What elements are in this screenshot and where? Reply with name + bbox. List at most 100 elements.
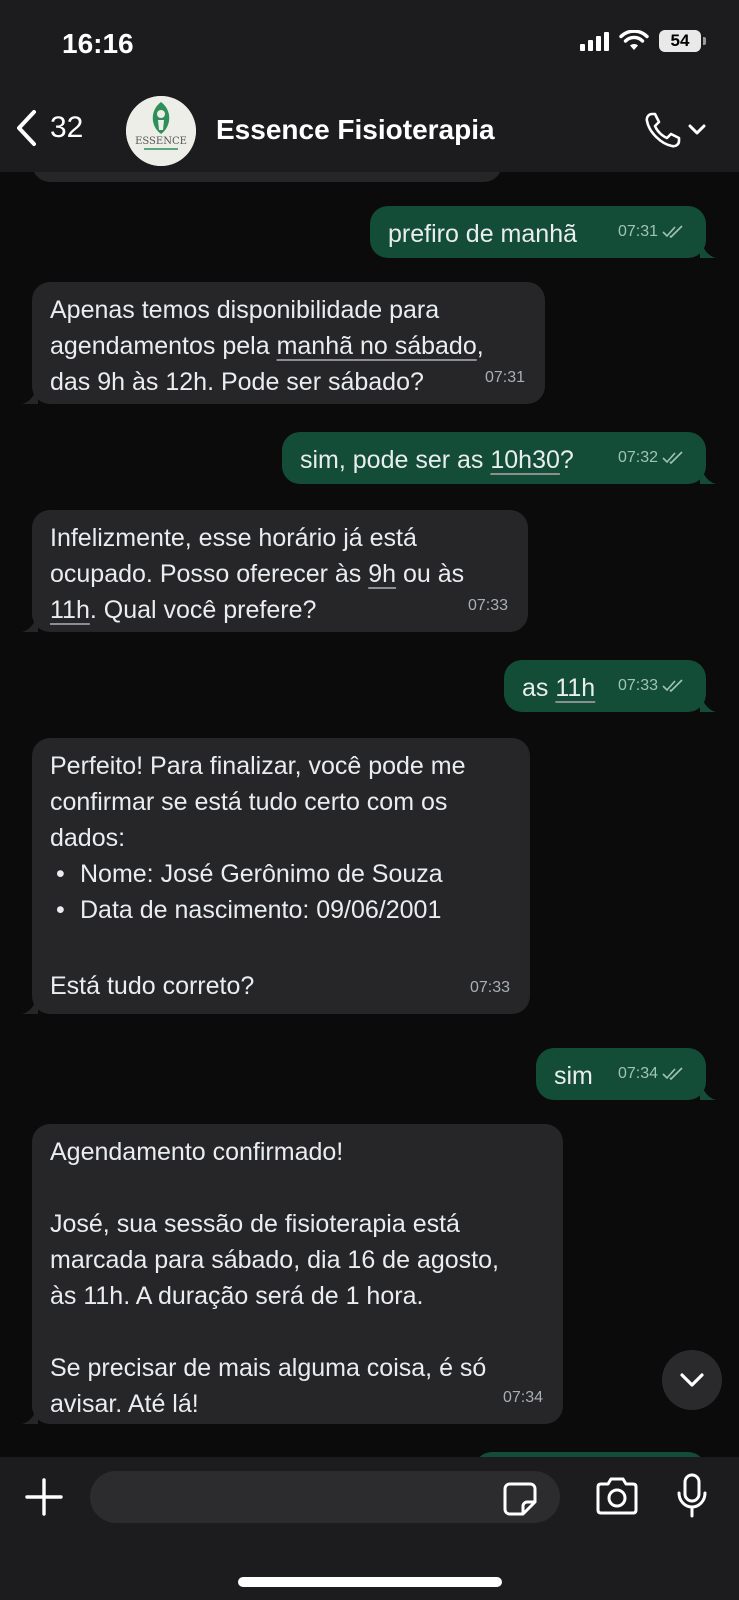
message-bubble-out[interactable]: as 11h 07:33 (504, 660, 716, 712)
home-indicator (238, 1577, 502, 1587)
signal-icon (580, 31, 609, 51)
message-bubble-partial (32, 172, 502, 182)
message-bubble-in[interactable]: Infelizmente, esse horário já está ocupa… (22, 510, 528, 632)
date-link[interactable]: manhã no sábado (277, 332, 477, 360)
call-button[interactable] (643, 110, 707, 150)
bubble-tail (700, 1082, 716, 1100)
message-time: 07:34 (617, 1065, 658, 1082)
plus-icon[interactable] (24, 1477, 64, 1517)
message-time: 07:33 (469, 979, 510, 996)
time-link[interactable]: 10h30 (490, 446, 560, 474)
message-bubble-in[interactable]: Perfeito! Para finalizar, você pode me c… (22, 738, 530, 1014)
phone-icon (645, 112, 681, 148)
bullet-item: Data de nascimento: 09/06/2001 (50, 892, 466, 928)
message-bubble-out[interactable]: sim 07:34 (536, 1048, 716, 1100)
message-time: 07:33 (617, 677, 658, 694)
text-span: ocupado. Posso oferecer às (50, 560, 369, 588)
message-line: Perfeito! Para finalizar, você pode me (50, 752, 466, 780)
scroll-to-bottom-button[interactable] (662, 1350, 722, 1410)
avatar[interactable]: ESSENCE (126, 96, 196, 166)
message-time: 07:32 (617, 449, 658, 466)
bubble-tail (700, 694, 716, 712)
bubble-tail (22, 1406, 38, 1424)
message-line: avisar. Até lá! (50, 1390, 199, 1418)
message-list[interactable]: prefiro de manhã 07:31 Apenas temos disp… (0, 172, 739, 1457)
message-meta: 07:32 (618, 440, 686, 476)
message-meta: 07:33 (618, 668, 686, 704)
text-span: ? (559, 446, 574, 474)
message-text: as 11h (522, 670, 595, 706)
time-link[interactable]: 11h (50, 596, 90, 624)
bubble-tail (22, 386, 38, 404)
message-time: 07:31 (484, 369, 525, 386)
message-line: ocupado. Posso oferecer às 9h ou às (50, 556, 464, 592)
unread-count: 32 (50, 111, 84, 144)
text-span: . Qual você prefere? (89, 596, 317, 624)
chevron-down-icon (680, 1373, 704, 1387)
message-line: confirmar se está tudo certo com os (50, 788, 448, 816)
message-line: Apenas temos disponibilidade para (50, 296, 440, 324)
chevron-left-icon (17, 110, 36, 146)
battery-level: 54 (670, 31, 690, 50)
message-bubble-in[interactable]: Apenas temos disponibilidade para agenda… (22, 282, 545, 404)
time-link[interactable]: 9h (368, 560, 396, 588)
back-button[interactable]: 32 (14, 108, 83, 148)
chat-header: 32 ESSENCE Essence Fisioterapia (0, 92, 739, 172)
message-line: José, sua sessão de fisioterapia está (50, 1210, 460, 1238)
message-bubble-out[interactable]: sim, pode ser as 10h30? 07:32 (282, 432, 716, 484)
double-check-icon (662, 1067, 683, 1081)
message-line: Infelizmente, esse horário já está (50, 524, 417, 552)
microphone-icon[interactable] (676, 1473, 708, 1519)
essence-logo-icon: ESSENCE (126, 96, 196, 166)
wifi-icon (619, 30, 649, 50)
text-span: sim, pode ser as (300, 446, 491, 474)
message-time: 07:33 (467, 597, 508, 614)
composer-bar (0, 1457, 739, 1600)
bubble-tail (700, 240, 716, 258)
message-text: sim, pode ser as 10h30? (300, 442, 574, 478)
message-line: dados: (50, 824, 126, 852)
message-input[interactable] (90, 1471, 560, 1523)
message-text: Infelizmente, esse horário já está ocupa… (50, 520, 464, 628)
message-line: das 9h às 12h. Pode ser sábado? (50, 368, 424, 396)
double-check-icon (662, 451, 683, 465)
camera-icon[interactable] (594, 1477, 640, 1515)
message-bubble-out[interactable]: prefiro de manhã 07:31 (370, 206, 716, 258)
text-span: ou às (396, 560, 465, 588)
message-line: agendamentos pela manhã no sábado, (50, 328, 484, 364)
status-icons: 54 (580, 30, 706, 52)
message-meta: 07:34 (618, 1056, 686, 1092)
message-time: 07:34 (502, 1389, 543, 1406)
message-line: Agendamento confirmado! (50, 1138, 344, 1166)
chevron-down-icon (688, 124, 706, 135)
message-text: Apenas temos disponibilidade para agenda… (50, 292, 484, 400)
text-span: as (522, 674, 556, 702)
message-text: Perfeito! Para finalizar, você pode me c… (50, 748, 466, 1004)
bubble-tail (700, 466, 716, 484)
battery-icon: 54 (659, 30, 706, 52)
message-line: Está tudo correto? (50, 972, 255, 1000)
message-text: sim (554, 1062, 593, 1090)
message-text: prefiro de manhã (388, 220, 578, 248)
bullet-item: Nome: José Gerônimo de Souza (50, 856, 466, 892)
message-line (50, 928, 466, 968)
message-line: marcada para sábado, dia 16 de agosto, (50, 1246, 499, 1274)
bubble-tail (22, 614, 38, 632)
message-time: 07:31 (617, 223, 658, 240)
message-line: Se precisar de mais alguma coisa, é só (50, 1354, 487, 1382)
double-check-icon (662, 679, 683, 693)
message-line (50, 1314, 499, 1350)
sticker-icon[interactable] (502, 1481, 538, 1517)
status-time: 16:16 (62, 28, 134, 59)
contact-name[interactable]: Essence Fisioterapia (216, 114, 495, 146)
message-line (50, 1170, 499, 1206)
text-span: agendamentos pela (50, 332, 277, 360)
status-bar: 16:16 54 (0, 0, 739, 92)
message-line: 11h. Qual você prefere? (50, 592, 464, 628)
message-bubble-in[interactable]: Agendamento confirmado! José, sua sessão… (22, 1124, 563, 1424)
bubble-tail (22, 996, 38, 1014)
time-link[interactable]: 11h (555, 674, 595, 702)
message-line: às 11h. A duração será de 1 hora. (50, 1282, 424, 1310)
message-text: Agendamento confirmado! José, sua sessão… (50, 1134, 499, 1422)
svg-text:ESSENCE: ESSENCE (135, 136, 187, 147)
